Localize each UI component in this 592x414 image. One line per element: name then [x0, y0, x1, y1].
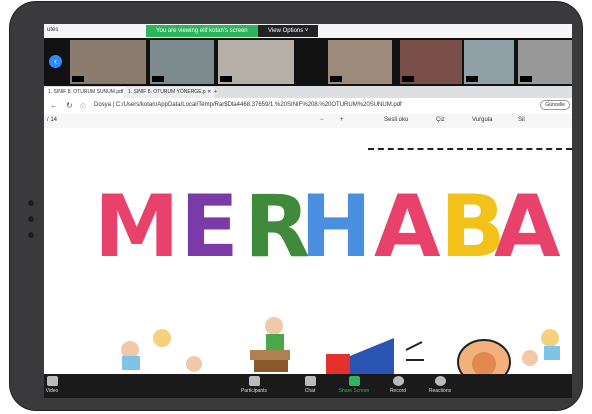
participant-tile[interactable] — [328, 40, 392, 84]
girl-reading-illustration — [250, 317, 290, 372]
read-aloud-button[interactable]: Sesli oku — [384, 117, 408, 123]
participant-tile[interactable] — [518, 40, 572, 84]
slide-letter: A — [494, 177, 561, 277]
control-label: Participants — [240, 388, 268, 394]
video-icon — [46, 376, 58, 386]
control-label: Record — [389, 388, 407, 394]
slide-art: M E RH A BA — [94, 177, 561, 374]
address-bar: ← ↻ ⓘ Dosya | C:/Users/kotan/AppData/Loc… — [44, 98, 572, 115]
slide-letter: M — [94, 177, 180, 277]
share-screen-button[interactable]: Share Screen — [334, 376, 374, 394]
participant-name — [330, 76, 342, 82]
slide-letter: E — [180, 177, 239, 277]
participant-tile[interactable] — [150, 40, 214, 84]
browser-tab-strip: 1. SINIF 8. OTURUM SUNUM.pdf ✕ 1. SINIF … — [44, 86, 572, 98]
merhaba-word: M E RH A BA — [94, 177, 561, 277]
record-button[interactable]: Record — [378, 376, 418, 394]
control-label: Reactions — [428, 388, 452, 394]
erase-button[interactable]: Sil — [518, 117, 525, 123]
tab-label: 1. SINIF 8. OTURUM YÖNERGE.p — [128, 89, 206, 95]
participant-tile[interactable] — [298, 40, 314, 84]
gallery-back-button[interactable]: ‹ — [49, 55, 62, 68]
update-button[interactable]: Güncelle — [540, 100, 570, 110]
zoom-in-button[interactable]: + — [340, 117, 344, 123]
zoom-top-bar: utes You are viewing elif kotan's screen… — [44, 24, 572, 38]
participant-name — [72, 76, 84, 82]
participant-name — [520, 76, 532, 82]
participant-tile[interactable] — [400, 40, 462, 84]
video-button[interactable]: Video — [44, 376, 72, 394]
participant-name — [402, 76, 414, 82]
sensor-dot — [28, 216, 34, 222]
megaphone-illustration — [326, 338, 424, 374]
button-dot — [28, 232, 34, 238]
pdf-toolbar: / 14 − + Sesli oku Çiz Vurgula Sil — [44, 114, 572, 129]
slide-letter: H — [300, 177, 372, 277]
reactions-button[interactable]: Reactions — [420, 376, 460, 394]
chevron-left-icon: ‹ — [54, 56, 57, 66]
tab-yonerge[interactable]: 1. SINIF 8. OTURUM YÖNERGE.p ✕ — [124, 87, 216, 98]
draw-button[interactable]: Çiz — [436, 117, 445, 123]
back-icon[interactable]: ← — [50, 101, 58, 110]
new-tab-button[interactable]: + — [210, 87, 221, 98]
viewing-banner: You are viewing elif kotan's screen — [146, 25, 258, 37]
refresh-icon[interactable]: ↻ — [66, 101, 73, 110]
slide-letter: A — [374, 177, 441, 277]
url-text: C:/Users/kotan/AppData/Local/Temp/Rar$Dl… — [115, 102, 402, 108]
zoom-out-button[interactable]: − — [320, 117, 324, 123]
participant-tile[interactable] — [218, 40, 294, 84]
ear-illustration — [457, 339, 511, 374]
kids-illustration-right — [522, 329, 560, 366]
camera-dot — [28, 200, 34, 206]
participant-name — [220, 76, 232, 82]
info-icon: ⓘ — [80, 105, 87, 111]
share-screen-icon — [348, 376, 360, 386]
tab-label: 1. SINIF 8. OTURUM SUNUM.pdf — [48, 89, 124, 95]
smiley-icon — [434, 376, 446, 386]
tab-sunum[interactable]: 1. SINIF 8. OTURUM SUNUM.pdf ✕ — [44, 87, 133, 98]
chat-button[interactable]: Chat — [290, 376, 330, 394]
kids-illustration-left — [121, 329, 202, 372]
tablet-frame: utes You are viewing elif kotan's screen… — [10, 2, 582, 410]
participants-button[interactable]: Participants — [234, 376, 274, 394]
app-name: utes — [47, 27, 59, 33]
control-label: Chat — [304, 388, 316, 394]
chat-icon — [304, 376, 316, 386]
control-label: Share Screen — [338, 388, 370, 394]
participant-gallery: ‹ — [44, 38, 572, 86]
record-icon — [392, 376, 404, 386]
screen: utes You are viewing elif kotan's screen… — [44, 24, 572, 398]
pdf-page: MERHABA — [44, 128, 572, 374]
page-count: / 14 — [47, 117, 58, 123]
participant-name — [466, 76, 478, 82]
participant-tile[interactable] — [70, 40, 146, 84]
participant-name — [152, 76, 164, 82]
zoom-control-bar: Video Participants Chat Share Screen Rec… — [44, 374, 572, 398]
url-prefix: Dosya — [94, 102, 112, 108]
people-icon — [248, 376, 260, 386]
control-label: Video — [45, 388, 59, 394]
participant-tile[interactable] — [464, 40, 514, 84]
highlight-button[interactable]: Vurgula — [472, 117, 492, 123]
url-field[interactable]: Dosya | C:/Users/kotan/AppData/Local/Tem… — [94, 102, 402, 108]
view-options-button[interactable]: View Options ˅ — [258, 25, 319, 37]
